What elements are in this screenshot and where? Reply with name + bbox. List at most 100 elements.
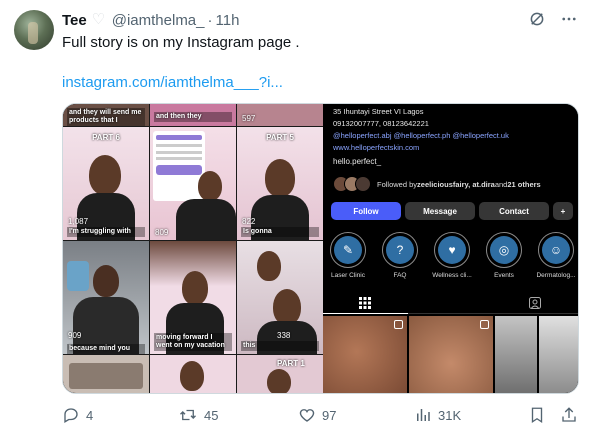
share-button[interactable] bbox=[560, 404, 584, 426]
tagged-tab-icon[interactable] bbox=[529, 296, 541, 314]
like-button[interactable]: 97 bbox=[298, 404, 336, 426]
tile-caption: this bbox=[241, 341, 319, 351]
bookmark-icon bbox=[531, 407, 543, 424]
grid-tab-icon[interactable] bbox=[359, 296, 371, 314]
like-icon bbox=[299, 409, 315, 422]
message-button[interactable]: Message bbox=[405, 202, 475, 220]
product-shelf bbox=[69, 363, 143, 389]
reel-icon bbox=[394, 320, 403, 329]
tile-caption: I'm struggling with bbox=[67, 227, 145, 237]
tweet-link[interactable]: instagram.com/iamthelma___?i... bbox=[62, 74, 283, 91]
tweet-top-icons bbox=[528, 10, 578, 28]
profile-tabs bbox=[323, 292, 578, 314]
followed-by: Followed by zeeliciousfairy, at.dira and… bbox=[333, 174, 573, 194]
tweet-text: Full story is on my Instagram page . bbox=[62, 34, 300, 51]
person-icon: ☺ bbox=[542, 236, 570, 264]
grid-tile: moving forward I went on my vacation bbox=[150, 241, 236, 354]
highlight-label: Wellness cli... bbox=[432, 272, 472, 279]
highlight-wellness[interactable]: ♥ Wellness cli... bbox=[432, 232, 472, 279]
author-handle[interactable]: @iamthelma_ bbox=[112, 12, 205, 29]
highlight-faq[interactable]: ? FAQ bbox=[381, 232, 419, 279]
profile-post[interactable] bbox=[409, 316, 493, 393]
person-face bbox=[89, 155, 121, 195]
tile-caption: Is gonna bbox=[241, 227, 319, 237]
separator-dot: · bbox=[207, 11, 213, 29]
reply-button[interactable]: 4 bbox=[62, 404, 93, 426]
tile-caption: moving forward I went on my vacation bbox=[154, 333, 232, 351]
tweet-time[interactable]: 11h bbox=[216, 12, 240, 29]
grid-tile: and then they bbox=[150, 104, 236, 126]
person-face bbox=[273, 289, 301, 325]
person-face bbox=[265, 159, 295, 197]
bookmark-button[interactable] bbox=[528, 404, 552, 426]
add-person-icon[interactable]: + bbox=[553, 202, 573, 220]
tweet-actions: 4 45 97 31K bbox=[62, 404, 582, 426]
follow-button[interactable]: Follow bbox=[331, 202, 401, 220]
tile-part-label: PART 1 bbox=[277, 359, 305, 368]
highlight-laser-clinic[interactable]: ✎ Laser Clinic bbox=[329, 232, 367, 279]
views-button[interactable]: 31K bbox=[414, 404, 461, 426]
grid-tile: PART 6 I'm struggling with 1,087 bbox=[63, 127, 149, 240]
highlight-label: Laser Clinic bbox=[331, 272, 365, 279]
syringe-icon: ✎ bbox=[334, 236, 362, 264]
profile-phones: 09132007777, 08123642221 bbox=[333, 119, 429, 128]
grid-tile: PART 5 Is gonna 822 bbox=[237, 127, 323, 240]
author-avatar[interactable] bbox=[14, 10, 54, 50]
retweet-button[interactable]: 45 bbox=[178, 404, 218, 426]
profile-handles: @helloperfect.abj @helloperfect.ph @hell… bbox=[333, 131, 509, 140]
story-highlights: ✎ Laser Clinic ? FAQ ♥ Wellness cli... ◎… bbox=[329, 232, 578, 279]
grid-tile: PART 1 bbox=[237, 355, 323, 393]
grid-tile: this 338 bbox=[237, 241, 323, 354]
highlight-label: Events bbox=[494, 272, 514, 279]
author-name[interactable]: Tee bbox=[62, 12, 87, 29]
profile-threads: hello.perfect_ bbox=[333, 157, 382, 166]
tile-caption: and then they bbox=[154, 112, 232, 122]
more-icon[interactable] bbox=[560, 10, 578, 28]
reply-icon bbox=[64, 408, 78, 423]
views-count: 31K bbox=[438, 407, 462, 423]
retweet-icon bbox=[180, 409, 196, 421]
reel-icon bbox=[480, 320, 489, 329]
highlight-label: Dermatolog... bbox=[536, 272, 576, 279]
question-icon: ? bbox=[386, 236, 414, 264]
device-shape bbox=[67, 261, 89, 291]
instagram-post-grid: and they will send me products that I an… bbox=[63, 104, 323, 393]
profile-post[interactable] bbox=[539, 316, 578, 393]
tile-view-count: 1,087 bbox=[68, 217, 89, 226]
profile-address: 35 Ihuntayi Street VI Lagos bbox=[333, 107, 424, 116]
person-face bbox=[257, 251, 281, 281]
tile-view-count: 597 bbox=[242, 114, 256, 123]
reply-count: 4 bbox=[86, 407, 94, 423]
person-face bbox=[180, 361, 204, 391]
chat-screenshot bbox=[153, 131, 205, 201]
heart-icon: ♥ bbox=[438, 236, 466, 264]
person-face bbox=[198, 171, 222, 201]
globe-icon: ◎ bbox=[490, 236, 518, 264]
tile-part-label: PART 6 bbox=[92, 133, 120, 142]
contact-button[interactable]: Contact bbox=[479, 202, 549, 220]
person-face bbox=[93, 265, 119, 297]
follower-avatar bbox=[355, 176, 371, 192]
tweet-media-image[interactable]: and they will send me products that I an… bbox=[62, 103, 579, 394]
tile-view-count: 338 bbox=[277, 331, 291, 340]
highlight-label: FAQ bbox=[393, 272, 407, 279]
tweet-header: Tee ♡ @iamthelma_ · 11h bbox=[62, 10, 239, 30]
profile-buttons: Follow Message Contact + bbox=[331, 202, 573, 220]
highlight-dermatology[interactable]: ☺ Dermatolog... bbox=[536, 232, 576, 279]
grid-tile bbox=[150, 355, 236, 393]
grok-icon[interactable] bbox=[528, 10, 546, 28]
person-face bbox=[267, 369, 291, 393]
tile-caption: because mind you bbox=[67, 344, 145, 354]
retweet-count: 45 bbox=[204, 407, 219, 423]
profile-website: www.helloperfectskin.com bbox=[333, 143, 420, 152]
grid-tile: 809 bbox=[150, 127, 236, 240]
grid-tile bbox=[63, 355, 149, 393]
person-body bbox=[176, 199, 236, 240]
profile-post[interactable] bbox=[495, 316, 537, 393]
profile-post[interactable] bbox=[323, 316, 407, 393]
tile-view-count: 809 bbox=[155, 228, 169, 237]
highlight-events[interactable]: ◎ Events bbox=[485, 232, 523, 279]
grid-tile: 909 because mind you bbox=[63, 241, 149, 354]
tile-view-count: 822 bbox=[242, 217, 256, 226]
views-icon bbox=[417, 409, 430, 421]
